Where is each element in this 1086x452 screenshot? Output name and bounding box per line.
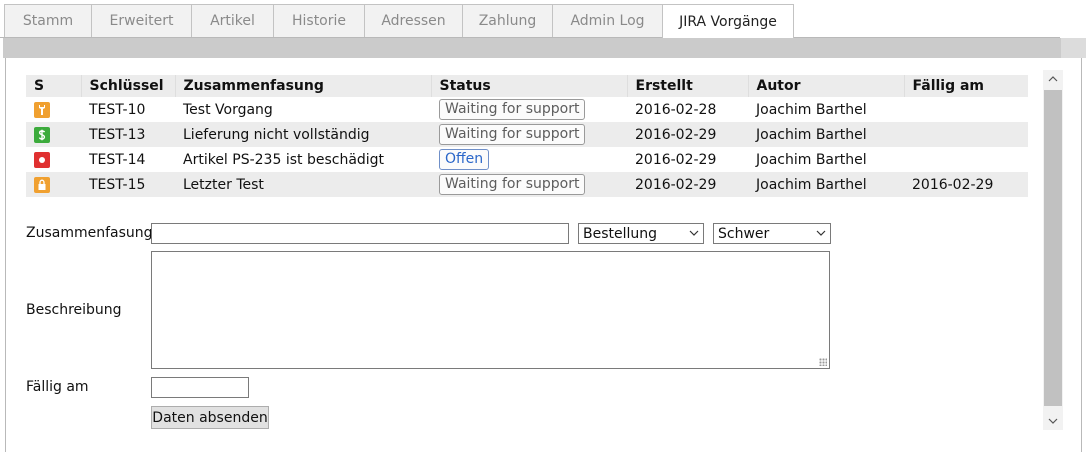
issue-author: Joachim Barthel bbox=[748, 97, 904, 122]
toolbar-strip bbox=[3, 38, 1086, 58]
status-badge: Offen bbox=[439, 149, 490, 170]
issue-summary: Lieferung nicht vollständig bbox=[175, 122, 431, 147]
record-icon bbox=[34, 151, 50, 168]
issue-created: 2016-02-29 bbox=[627, 172, 748, 197]
vertical-scrollbar[interactable] bbox=[1043, 70, 1063, 430]
issue-due bbox=[904, 97, 1028, 122]
issue-due: 2016-02-29 bbox=[904, 172, 1028, 197]
issue-key[interactable]: TEST-15 bbox=[81, 172, 175, 197]
table-row[interactable]: TEST-10 Test Vorgang Waiting for support… bbox=[26, 97, 1028, 122]
table-header-row: S Schlüssel Zusammenfasung Status Erstel… bbox=[26, 75, 1028, 97]
issue-key[interactable]: TEST-14 bbox=[81, 147, 175, 172]
scroll-down-icon[interactable] bbox=[1043, 412, 1063, 430]
issue-created: 2016-02-29 bbox=[627, 122, 748, 147]
tab-admin-log[interactable]: Admin Log bbox=[552, 4, 663, 37]
tab-label: Admin Log bbox=[570, 13, 645, 29]
column-header-due[interactable]: Fällig am bbox=[904, 75, 1028, 97]
issue-created: 2016-02-28 bbox=[627, 97, 748, 122]
tab-bar: Stamm Erweitert Artikel Historie Adresse… bbox=[0, 0, 1086, 38]
jira-issues-table: S Schlüssel Zusammenfasung Status Erstel… bbox=[26, 75, 1028, 197]
resize-grip-icon[interactable] bbox=[819, 358, 827, 366]
status-badge: Waiting for support bbox=[439, 124, 586, 145]
lock-icon bbox=[34, 176, 50, 193]
tab-adressen[interactable]: Adressen bbox=[364, 4, 463, 37]
issue-author: Joachim Barthel bbox=[748, 172, 904, 197]
scrollbar-thumb[interactable] bbox=[1044, 90, 1062, 406]
issue-author: Joachim Barthel bbox=[748, 147, 904, 172]
issue-type-select[interactable]: Bestellung bbox=[578, 223, 704, 244]
submit-button[interactable]: Daten absenden bbox=[151, 406, 269, 429]
due-date-input[interactable] bbox=[151, 377, 249, 398]
table-row[interactable]: TEST-13 Lieferung nicht vollständig Wait… bbox=[26, 122, 1028, 147]
tab-historie[interactable]: Historie bbox=[273, 4, 365, 37]
summary-label: Zusammenfasung bbox=[26, 225, 153, 241]
description-label: Beschreibung bbox=[26, 302, 122, 318]
issue-summary: Letzter Test bbox=[175, 172, 431, 197]
table-row[interactable]: TEST-15 Letzter Test Waiting for support… bbox=[26, 172, 1028, 197]
dollar-icon bbox=[34, 126, 50, 143]
chevron-down-icon bbox=[816, 228, 826, 239]
tab-label: Adressen bbox=[381, 13, 446, 29]
tab-erweitert[interactable]: Erweitert bbox=[91, 4, 192, 37]
issue-summary: Artikel PS-235 ist beschädigt bbox=[175, 147, 431, 172]
column-header-created[interactable]: Erstellt bbox=[627, 75, 749, 97]
tab-label: Historie bbox=[291, 13, 347, 29]
tab-label: Artikel bbox=[210, 13, 255, 29]
due-date-label: Fällig am bbox=[26, 379, 89, 395]
issue-created: 2016-02-29 bbox=[627, 147, 748, 172]
column-header-status-icon[interactable]: S bbox=[26, 75, 82, 97]
tab-artikel[interactable]: Artikel bbox=[191, 4, 274, 37]
tab-label: JIRA Vorgänge bbox=[679, 13, 777, 30]
issue-key[interactable]: TEST-10 bbox=[81, 97, 175, 122]
tab-label: Stamm bbox=[22, 13, 74, 29]
column-header-status[interactable]: Status bbox=[431, 75, 628, 97]
summary-input[interactable] bbox=[151, 223, 569, 244]
description-textarea[interactable] bbox=[151, 251, 830, 369]
chevron-down-icon bbox=[689, 228, 699, 239]
toolbar-strip-end bbox=[1061, 38, 1086, 58]
issue-type-value: Bestellung bbox=[583, 225, 658, 242]
issue-key[interactable]: TEST-13 bbox=[81, 122, 175, 147]
table-row[interactable]: TEST-14 Artikel PS-235 ist beschädigt Of… bbox=[26, 147, 1028, 172]
column-header-summary[interactable]: Zusammenfasung bbox=[175, 75, 432, 97]
tab-stamm[interactable]: Stamm bbox=[4, 4, 92, 37]
issue-summary: Test Vorgang bbox=[175, 97, 431, 122]
status-badge: Waiting for support bbox=[439, 174, 586, 195]
tab-zahlung[interactable]: Zahlung bbox=[462, 4, 553, 37]
issue-author: Joachim Barthel bbox=[748, 122, 904, 147]
tab-label: Zahlung bbox=[478, 13, 537, 29]
tab-label: Erweitert bbox=[109, 13, 174, 29]
issue-due bbox=[904, 147, 1028, 172]
submit-button-label: Daten absenden bbox=[152, 409, 268, 426]
priority-value: Schwer bbox=[718, 225, 770, 242]
tab-jira-vorgaenge[interactable]: JIRA Vorgänge bbox=[662, 4, 794, 38]
column-header-author[interactable]: Autor bbox=[748, 75, 905, 97]
status-badge: Waiting for support bbox=[439, 99, 586, 120]
priority-select[interactable]: Schwer bbox=[713, 223, 831, 244]
issue-due bbox=[904, 122, 1028, 147]
wrench-icon bbox=[34, 101, 50, 118]
scroll-up-icon[interactable] bbox=[1043, 70, 1063, 88]
column-header-key[interactable]: Schlüssel bbox=[81, 75, 176, 97]
